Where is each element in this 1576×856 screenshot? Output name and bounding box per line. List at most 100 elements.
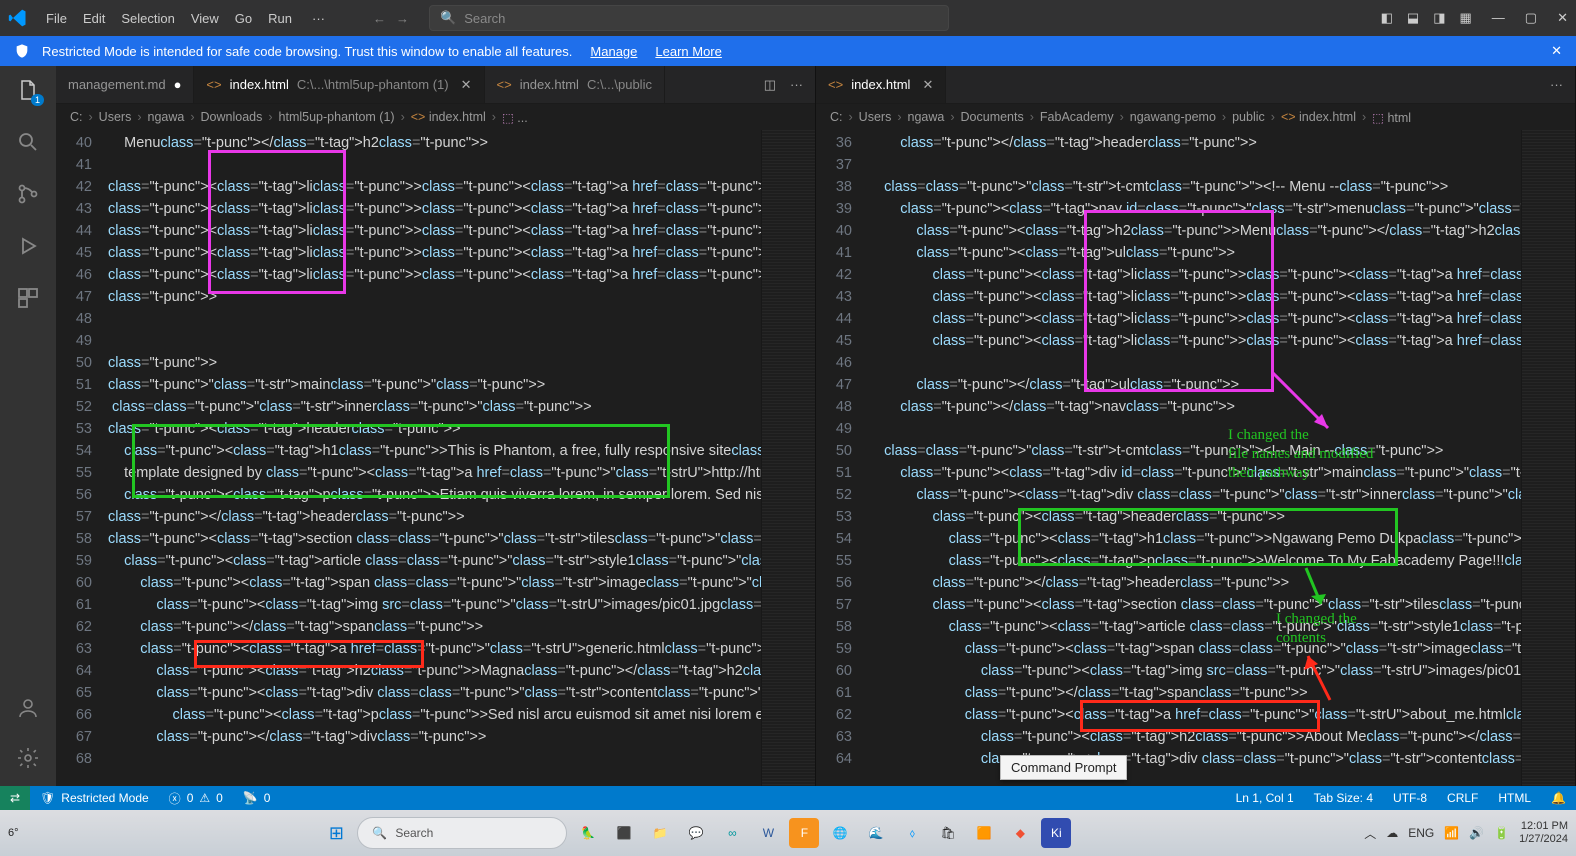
left-editor[interactable]: 40 41 42 43 44 45 46 47 48 49 50 51 52 5… <box>56 130 815 786</box>
remote-icon: ⇄ <box>10 791 20 805</box>
layout-panel-icon[interactable]: ⬓ <box>1407 10 1419 26</box>
status-ports[interactable]: 📡0 <box>233 791 281 805</box>
taskbar-vscode-icon[interactable]: ⬨ <box>897 818 927 848</box>
warning-icon: ⚠ <box>199 791 210 805</box>
tab-index-html-right[interactable]: <> index.html ✕ <box>816 66 946 103</box>
tray-language-icon[interactable]: ENG <box>1408 826 1434 840</box>
run-debug-icon[interactable] <box>14 232 42 260</box>
right-tabs: <> index.html ✕ ··· <box>816 66 1575 104</box>
extensions-icon[interactable] <box>14 284 42 312</box>
title-bar: File Edit Selection View Go Run ··· ← → … <box>0 0 1576 36</box>
taskbar-search-placeholder: Search <box>395 826 433 840</box>
taskbar-weather[interactable]: 6° <box>8 827 19 840</box>
menu-selection[interactable]: Selection <box>113 7 182 30</box>
vscode-logo-icon <box>8 8 28 28</box>
menu-edit[interactable]: Edit <box>75 7 113 30</box>
search-placeholder: Search <box>464 11 505 26</box>
editor-area: management.md ● <> index.html C:\...\htm… <box>56 66 1576 786</box>
banner-learn-more-link[interactable]: Learn More <box>655 44 721 59</box>
menu-view[interactable]: View <box>183 7 227 30</box>
split-editor-icon[interactable]: ◫ <box>764 77 776 93</box>
menu-file[interactable]: File <box>38 7 75 30</box>
tab-label: management.md <box>68 77 166 92</box>
taskbar-arduino-icon[interactable]: ∞ <box>717 818 747 848</box>
tab-management-md[interactable]: management.md ● <box>56 66 194 103</box>
status-problems[interactable]: ⓧ0 ⚠0 <box>159 790 233 807</box>
taskbar-teams-icon[interactable]: 💬 <box>681 818 711 848</box>
activity-bar: 1 <box>0 66 56 786</box>
tab-more-icon[interactable]: ··· <box>1550 77 1563 92</box>
layout-sidebar-right-icon[interactable]: ◨ <box>1433 10 1445 26</box>
error-icon: ⓧ <box>169 790 181 807</box>
status-encoding[interactable]: UTF-8 <box>1383 791 1437 805</box>
taskbar-explorer-icon[interactable]: 📁 <box>645 818 675 848</box>
banner-manage-link[interactable]: Manage <box>590 44 637 59</box>
taskbar-kicad-icon[interactable]: Ki <box>1041 818 1071 848</box>
taskbar-word-icon[interactable]: W <box>753 818 783 848</box>
source-control-icon[interactable] <box>14 180 42 208</box>
tray-chevron-icon[interactable]: ︿ <box>1364 825 1376 842</box>
restricted-mode-banner: Restricted Mode is intended for safe cod… <box>0 36 1576 66</box>
banner-close-icon[interactable]: ✕ <box>1551 43 1562 59</box>
start-menu-icon[interactable]: ⊞ <box>321 818 351 848</box>
right-editor[interactable]: 36 37 38 39 40 41 42 43 44 45 46 47 48 4… <box>816 130 1575 786</box>
taskbar-app-icon[interactable]: F <box>789 818 819 848</box>
tray-wifi-icon[interactable]: 📶 <box>1444 826 1459 840</box>
tray-volume-icon[interactable]: 🔊 <box>1469 826 1484 840</box>
shield-icon <box>14 43 30 59</box>
left-editor-pane: management.md ● <> index.html C:\...\htm… <box>56 66 816 786</box>
taskbar-chrome-icon[interactable]: 🌐 <box>825 818 855 848</box>
layout-customize-icon[interactable]: ▦ <box>1460 10 1472 26</box>
tab-close-icon[interactable]: ✕ <box>461 77 472 93</box>
tab-suffix: C:\...\html5up-phantom (1) <box>297 77 449 92</box>
tab-index-html-public[interactable]: <> index.html C:\...\public <box>485 66 665 103</box>
tab-more-icon[interactable]: ··· <box>790 77 803 92</box>
status-tabsize[interactable]: Tab Size: 4 <box>1304 791 1383 805</box>
minimap[interactable] <box>761 130 815 786</box>
windows-taskbar: 6° ⊞ 🔍 Search 🦜 ⬛ 📁 💬 ∞ W F 🌐 🌊 ⬨ 🛍 🟧 ◆ … <box>0 810 1576 856</box>
shield-icon: 🛡 <box>40 791 55 805</box>
window-close-icon[interactable]: ✕ <box>1557 10 1568 26</box>
minimap[interactable] <box>1521 130 1575 786</box>
tray-onedrive-icon[interactable]: ☁ <box>1386 826 1398 840</box>
taskbar-clock[interactable]: 12:01 PM 1/27/2024 <box>1519 820 1568 846</box>
status-bell-icon[interactable]: 🔔 <box>1541 791 1576 805</box>
tab-close-icon[interactable]: ✕ <box>922 77 933 93</box>
tab-dirty-dot-icon: ● <box>174 77 182 92</box>
taskbar-app-icon[interactable]: 🟧 <box>969 818 999 848</box>
command-prompt-toast[interactable]: Command Prompt <box>1000 755 1127 780</box>
tab-index-html-phantom[interactable]: <> index.html C:\...\html5up-phantom (1)… <box>194 66 484 103</box>
tab-label: index.html <box>520 77 579 92</box>
taskbar-search[interactable]: 🔍 Search <box>357 817 567 849</box>
taskbar-git-icon[interactable]: ◆ <box>1005 818 1035 848</box>
system-tray[interactable]: ︿ ☁ ENG 📶 🔊 🔋 12:01 PM 1/27/2024 <box>1364 820 1568 846</box>
search-activity-icon[interactable] <box>14 128 42 156</box>
taskbar-edge-icon[interactable]: 🌊 <box>861 818 891 848</box>
nav-back-icon[interactable]: ← <box>373 11 386 26</box>
status-eol[interactable]: CRLF <box>1437 791 1488 805</box>
window-maximize-icon[interactable]: ▢ <box>1525 10 1537 26</box>
command-center-search[interactable]: 🔍 Search <box>429 5 949 31</box>
taskbar-store-icon[interactable]: 🛍 <box>933 818 963 848</box>
window-minimize-icon[interactable]: — <box>1492 10 1505 26</box>
tab-label: index.html <box>230 77 289 92</box>
taskbar-app-icon[interactable]: 🦜 <box>573 818 603 848</box>
left-breadcrumb[interactable]: C: › Users › ngawa › Downloads › html5up… <box>56 104 815 130</box>
accounts-icon[interactable] <box>14 694 42 722</box>
status-lncol[interactable]: Ln 1, Col 1 <box>1226 791 1304 805</box>
remote-indicator[interactable]: ⇄ <box>0 786 30 810</box>
status-bar: ⇄ 🛡Restricted Mode ⓧ0 ⚠0 📡0 Ln 1, Col 1 … <box>0 786 1576 810</box>
explorer-icon[interactable]: 1 <box>14 76 42 104</box>
nav-forward-icon[interactable]: → <box>396 11 409 26</box>
layout-sidebar-left-icon[interactable]: ◧ <box>1381 10 1393 26</box>
status-language[interactable]: HTML <box>1488 791 1541 805</box>
status-restricted[interactable]: 🛡Restricted Mode <box>30 791 159 805</box>
menu-more-icon[interactable]: ··· <box>304 7 333 30</box>
tray-battery-icon[interactable]: 🔋 <box>1494 826 1509 840</box>
settings-gear-icon[interactable] <box>14 744 42 772</box>
menu-run[interactable]: Run <box>260 7 300 30</box>
search-icon: 🔍 <box>440 10 456 26</box>
menu-go[interactable]: Go <box>227 7 260 30</box>
taskbar-app-icon[interactable]: ⬛ <box>609 818 639 848</box>
right-breadcrumb[interactable]: C: › Users › ngawa › Documents › FabAcad… <box>816 104 1575 130</box>
